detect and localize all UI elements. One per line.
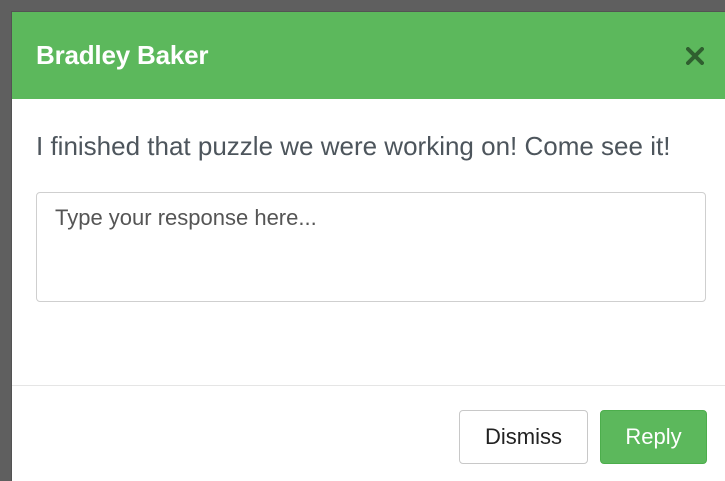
modal-title: Bradley Baker: [36, 40, 209, 70]
modal-footer: Dismiss Reply: [12, 387, 725, 481]
dismiss-button[interactable]: Dismiss: [459, 410, 588, 464]
reply-button[interactable]: Reply: [600, 410, 707, 464]
response-input[interactable]: [36, 192, 706, 302]
close-button[interactable]: [681, 40, 709, 72]
modal-body: I finished that puzzle we were working o…: [12, 99, 725, 386]
close-icon: [686, 47, 704, 65]
message-modal: Bradley Baker I finished that puzzle we …: [12, 12, 725, 481]
message-text: I finished that puzzle we were working o…: [36, 131, 671, 161]
modal-header: Bradley Baker: [12, 12, 725, 99]
